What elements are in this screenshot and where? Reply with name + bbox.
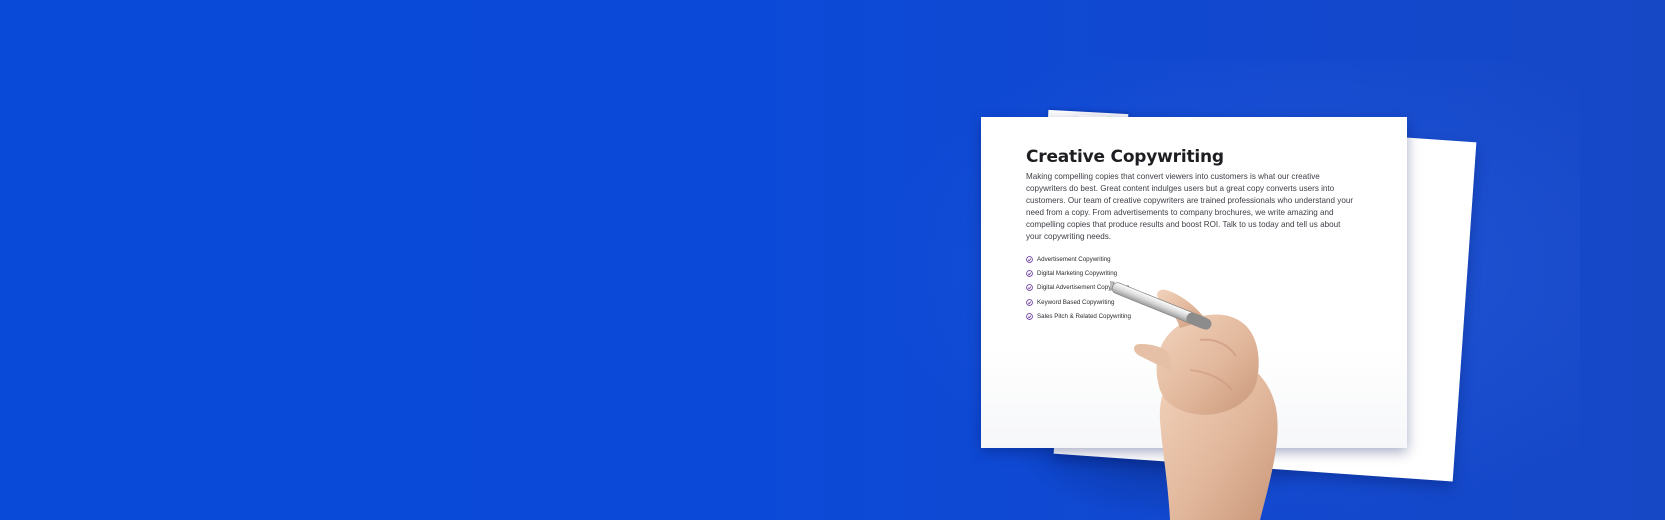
check-circle-icon <box>1026 312 1033 320</box>
document-title: Creative Copywriting <box>1026 147 1224 167</box>
hero-banner: Creative Copywriting Making compelling c… <box>0 0 1665 520</box>
list-item: Advertisement Copywriting <box>1026 252 1131 266</box>
check-circle-icon <box>1026 270 1033 277</box>
list-item-label: Keyword Based Copywriting <box>1037 298 1115 306</box>
check-circle-icon <box>1026 284 1033 292</box>
check-circle-icon <box>1026 255 1033 263</box>
list-item-label: Advertisement Copywriting <box>1037 255 1111 263</box>
document-body: Making compelling copies that convert vi… <box>1026 172 1354 241</box>
hand-with-pen-image <box>1110 280 1278 520</box>
check-circle-icon <box>1026 298 1033 306</box>
list-item: Digital Marketing Copywriting <box>1026 266 1131 280</box>
list-item-label: Digital Marketing Copywriting <box>1037 269 1118 277</box>
